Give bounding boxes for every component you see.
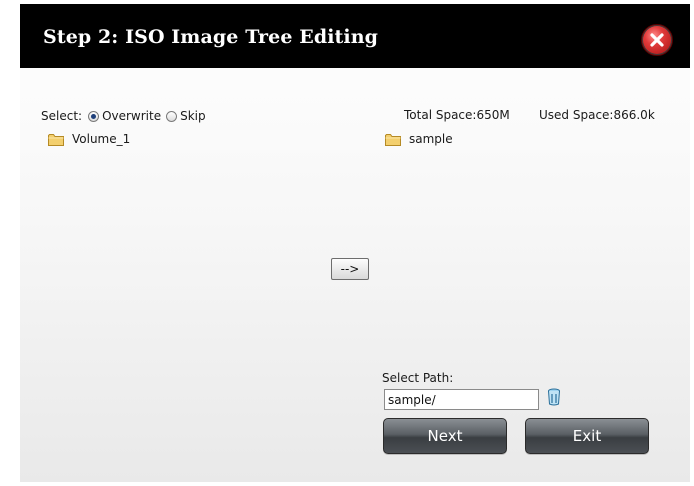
folder-icon	[48, 133, 64, 146]
dialog-header: Step 2: ISO Image Tree Editing	[20, 4, 690, 68]
overwrite-radio[interactable]	[88, 110, 100, 122]
total-space-text: Total Space:650M	[404, 108, 510, 122]
source-tree-item-label: Volume_1	[72, 132, 131, 146]
dialog-title: Step 2: ISO Image Tree Editing	[43, 26, 379, 48]
close-icon	[650, 33, 664, 47]
overwrite-label[interactable]: Overwrite	[102, 109, 161, 123]
folder-icon	[385, 133, 401, 146]
select-mode-row: Select: Overwrite Skip	[41, 108, 206, 124]
skip-radio[interactable]	[166, 110, 178, 122]
target-tree-item-label: sample	[409, 132, 453, 146]
next-button[interactable]: Next	[383, 418, 507, 454]
skip-label[interactable]: Skip	[180, 109, 206, 123]
move-to-target-button[interactable]: -->	[331, 258, 369, 280]
close-button[interactable]	[641, 24, 673, 56]
used-space-text: Used Space:866.0k	[539, 108, 655, 122]
select-label: Select:	[41, 109, 83, 123]
select-path-label: Select Path:	[382, 371, 454, 385]
select-path-input[interactable]	[384, 389, 539, 410]
trash-icon[interactable]	[547, 388, 561, 406]
iso-tree-dialog: Step 2: ISO Image Tree Editing Select: O…	[20, 4, 690, 482]
source-tree-item-volume-1[interactable]: Volume_1	[48, 131, 130, 147]
exit-button[interactable]: Exit	[525, 418, 649, 454]
target-tree-item-sample[interactable]: sample	[385, 131, 453, 147]
